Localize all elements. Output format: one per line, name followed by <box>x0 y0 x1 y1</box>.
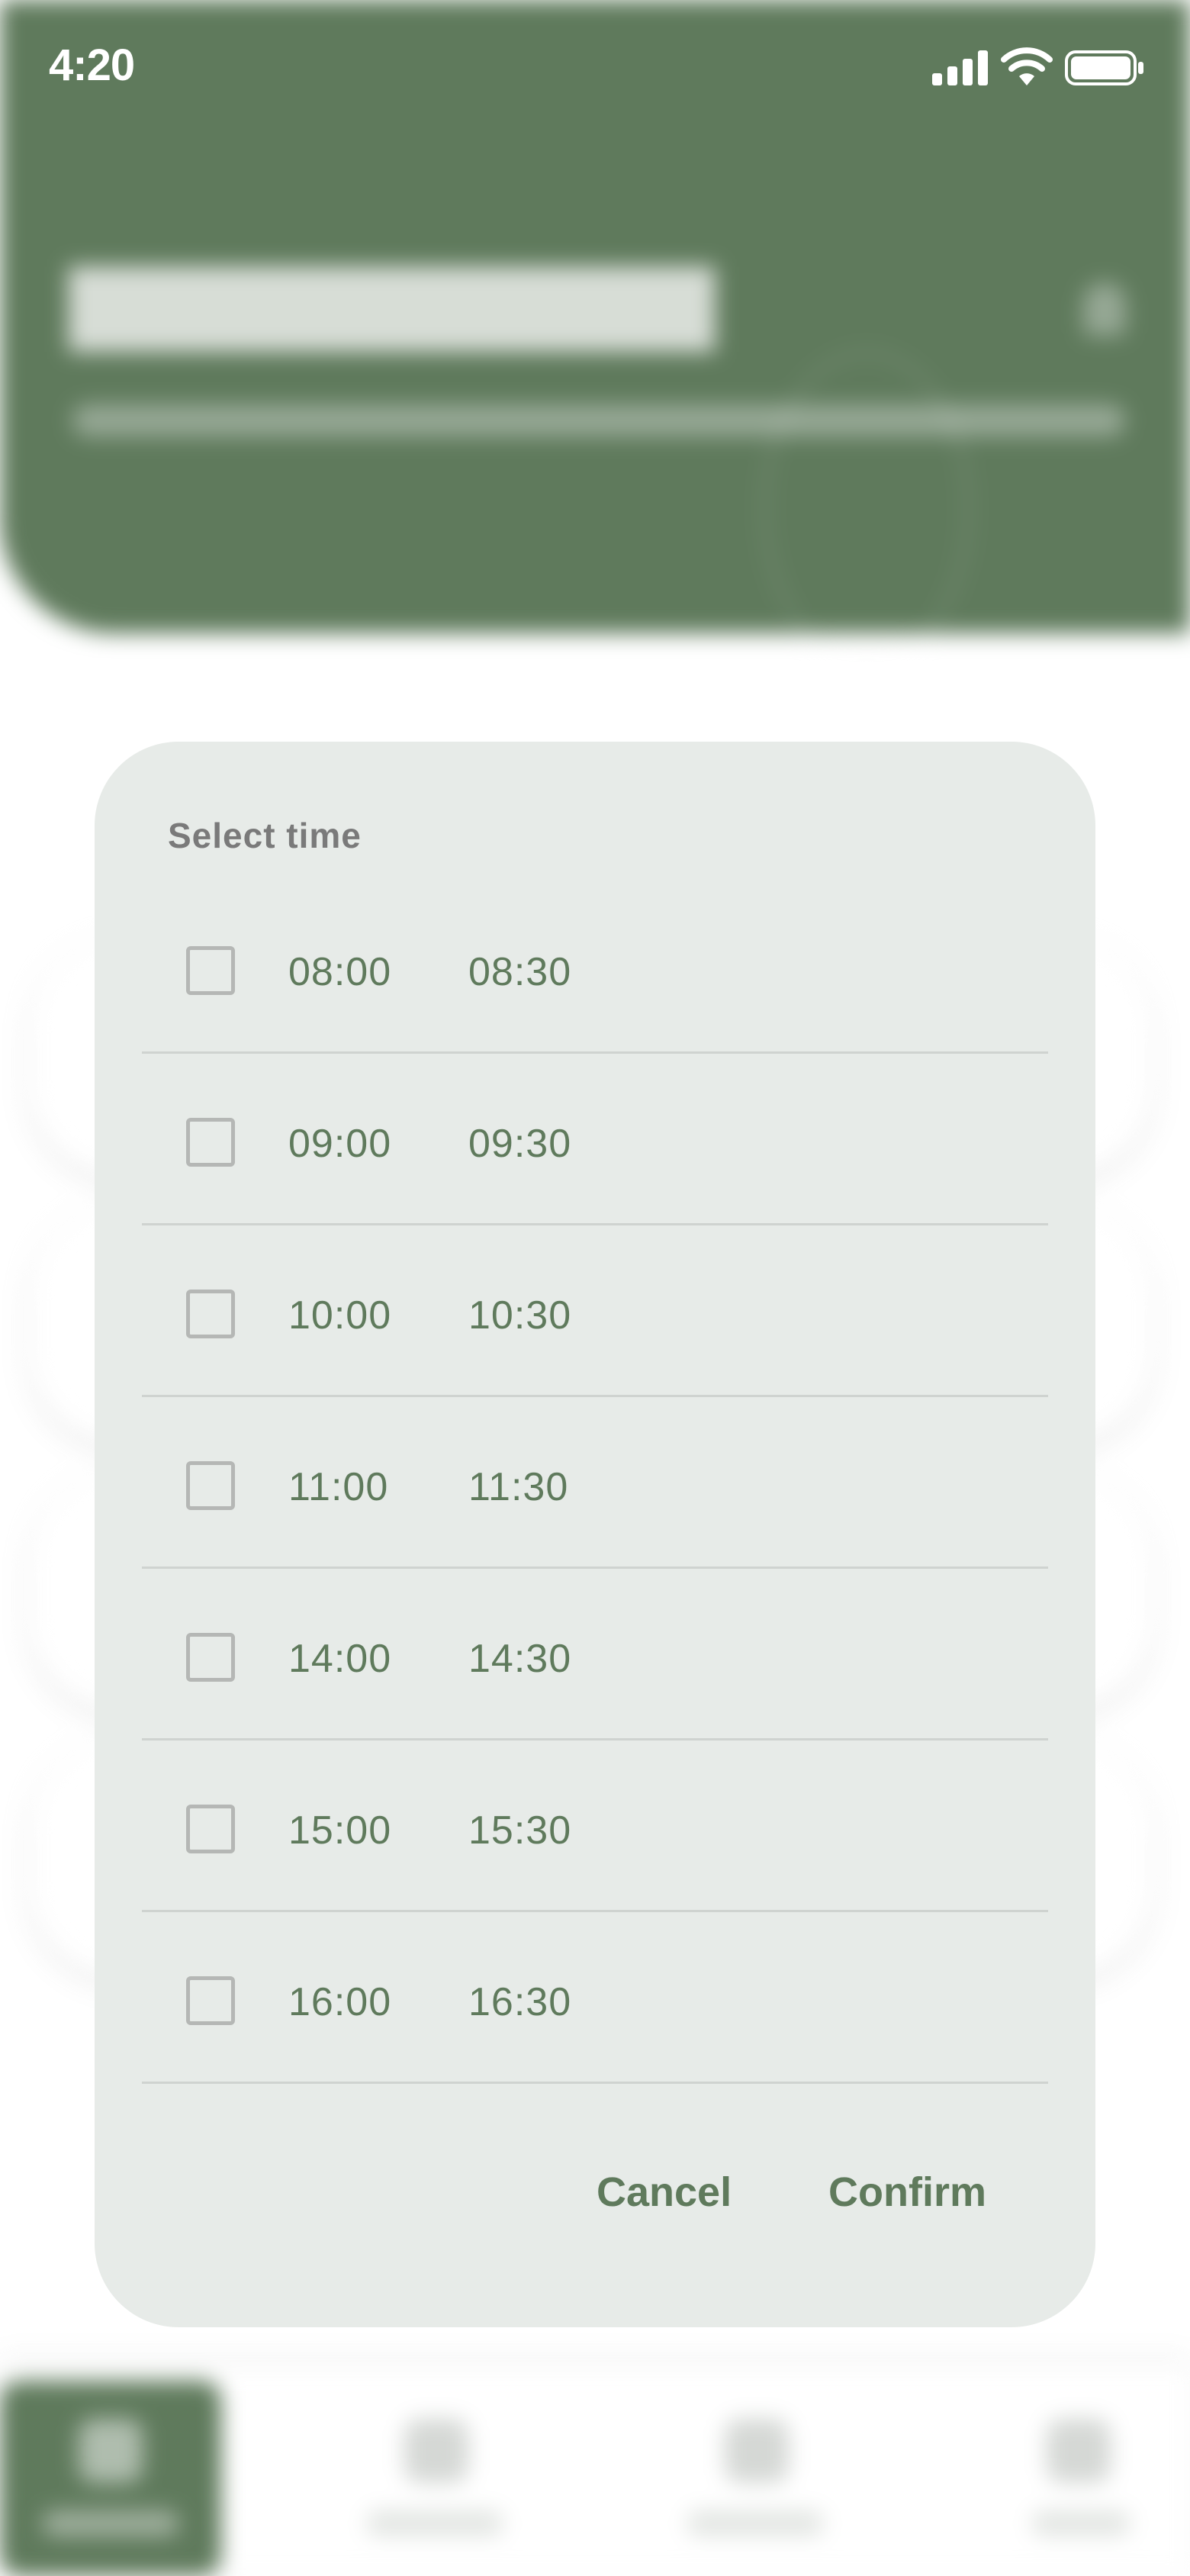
profile-icon <box>1047 2419 1111 2483</box>
time-slot-row[interactable]: 11:00 11:30 <box>142 1397 1048 1569</box>
slot-checkbox[interactable] <box>186 1118 235 1167</box>
time-slot-list: 08:00 08:30 09:00 09:30 10:00 10:30 11:0… <box>142 882 1048 2084</box>
slot-start-time: 09:00 <box>288 1122 392 1166</box>
slot-checkbox[interactable] <box>186 1805 235 1853</box>
time-slot-row[interactable]: 10:00 10:30 <box>142 1225 1048 1397</box>
slot-start-time: 14:00 <box>288 1637 392 1681</box>
bell-icon <box>1083 282 1126 336</box>
slot-start-time: 11:00 <box>288 1465 389 1509</box>
slot-end-time: 11:30 <box>468 1465 569 1509</box>
slot-end-time: 15:30 <box>468 1808 572 1853</box>
status-bar: 4:20 <box>0 0 1190 137</box>
time-slot-row[interactable]: 15:00 15:30 <box>142 1740 1048 1912</box>
nav-label <box>42 2510 179 2536</box>
slot-end-time: 08:30 <box>468 950 572 994</box>
slot-start-time: 10:00 <box>288 1293 392 1338</box>
cancel-button[interactable]: Cancel <box>597 2169 732 2216</box>
slot-end-time: 14:30 <box>468 1637 572 1681</box>
dialog-title: Select time <box>168 816 362 855</box>
slot-checkbox[interactable] <box>186 1976 235 2025</box>
slot-end-time: 09:30 <box>468 1122 572 1166</box>
slot-start-time: 16:00 <box>288 1980 392 2024</box>
calendar-icon <box>404 2419 468 2483</box>
wifi-icon <box>1001 47 1053 85</box>
status-time: 4:20 <box>49 40 135 90</box>
slot-start-time: 08:00 <box>288 950 392 994</box>
select-time-dialog: Select time 08:00 08:30 09:00 09:30 10:0… <box>95 742 1095 2327</box>
time-slot-row[interactable]: 08:00 08:30 <box>142 882 1048 1054</box>
slot-end-time: 10:30 <box>468 1293 572 1338</box>
signal-icon <box>932 50 988 85</box>
header-decoration <box>763 351 970 665</box>
slot-checkbox[interactable] <box>186 1461 235 1510</box>
slot-start-time: 15:00 <box>288 1808 392 1853</box>
time-slot-row[interactable]: 09:00 09:30 <box>142 1054 1048 1225</box>
slot-checkbox[interactable] <box>186 1290 235 1338</box>
slot-checkbox[interactable] <box>186 946 235 995</box>
time-slot-row[interactable]: 16:00 16:30 <box>142 1912 1048 2084</box>
message-icon <box>725 2419 789 2483</box>
nav-label <box>1031 2510 1130 2536</box>
confirm-button[interactable]: Confirm <box>828 2169 986 2216</box>
battery-icon <box>1065 50 1143 85</box>
time-slot-row[interactable]: 14:00 14:30 <box>142 1569 1048 1740</box>
slot-end-time: 16:30 <box>468 1980 572 2024</box>
blurred-subtitle <box>72 404 1125 436</box>
slot-checkbox[interactable] <box>186 1633 235 1682</box>
nav-label <box>366 2510 503 2536</box>
blurred-welcome-title: █████████████ <box>69 268 716 346</box>
nav-label <box>687 2510 824 2536</box>
home-icon <box>79 2419 143 2483</box>
